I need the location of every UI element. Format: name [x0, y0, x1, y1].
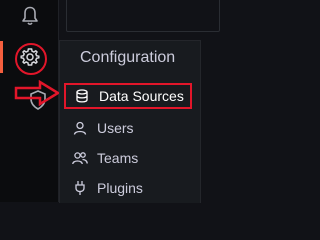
menu-item-plugins[interactable]: Plugins	[60, 175, 200, 201]
bell-icon[interactable]	[18, 4, 42, 28]
menu-item-users[interactable]: Users	[60, 115, 200, 141]
menu-item-data-sources[interactable]: Data Sources	[64, 83, 192, 109]
menu-item-label: Data Sources	[99, 88, 184, 104]
plug-icon	[72, 180, 88, 196]
panel-outline	[66, 0, 220, 32]
users-icon	[72, 150, 88, 166]
menu-item-label: Users	[97, 120, 134, 136]
user-icon	[72, 120, 88, 136]
database-icon	[74, 88, 90, 104]
pointer-arrow-icon	[14, 80, 60, 106]
sidebar	[0, 0, 60, 202]
menu-header: Configuration	[80, 49, 176, 66]
menu-item-label: Teams	[97, 150, 139, 166]
active-indicator	[0, 41, 3, 73]
gear-icon[interactable]	[18, 45, 42, 69]
configuration-menu: Configuration Data Sources Users Teams P…	[59, 40, 201, 203]
menu-item-label: Plugins	[97, 180, 143, 196]
menu-item-teams[interactable]: Teams	[60, 145, 200, 171]
